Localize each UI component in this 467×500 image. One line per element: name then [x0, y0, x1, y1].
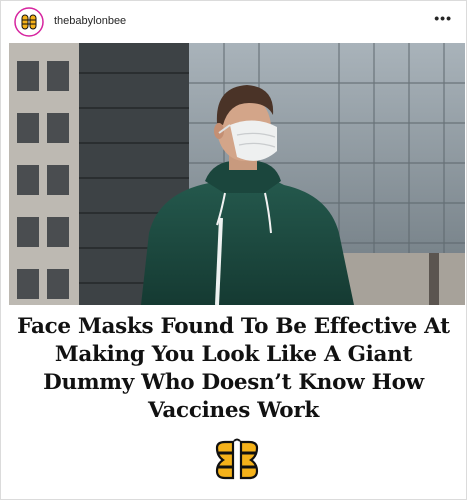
headline-line: Face Masks Found To Be Effective At: [17, 314, 450, 339]
more-options-icon[interactable]: •••: [434, 10, 452, 26]
post-header: thebabylonbee •••: [1, 1, 466, 43]
babylon-bee-logo-icon: [215, 438, 259, 480]
headline-line: Dummy Who Doesn’t Know How: [43, 370, 424, 395]
username-link[interactable]: thebabylonbee: [54, 15, 126, 27]
headline-line: Vaccines Work: [148, 398, 319, 423]
man-with-face-mask-photo: [9, 43, 465, 305]
avatar[interactable]: [14, 7, 44, 37]
instagram-post: thebabylonbee ••• Face Masks Found To Be…: [0, 0, 467, 500]
headline-line: Making You Look Like A Giant: [54, 342, 413, 367]
headline: Face Masks Found To Be Effective At Maki…: [1, 313, 466, 425]
